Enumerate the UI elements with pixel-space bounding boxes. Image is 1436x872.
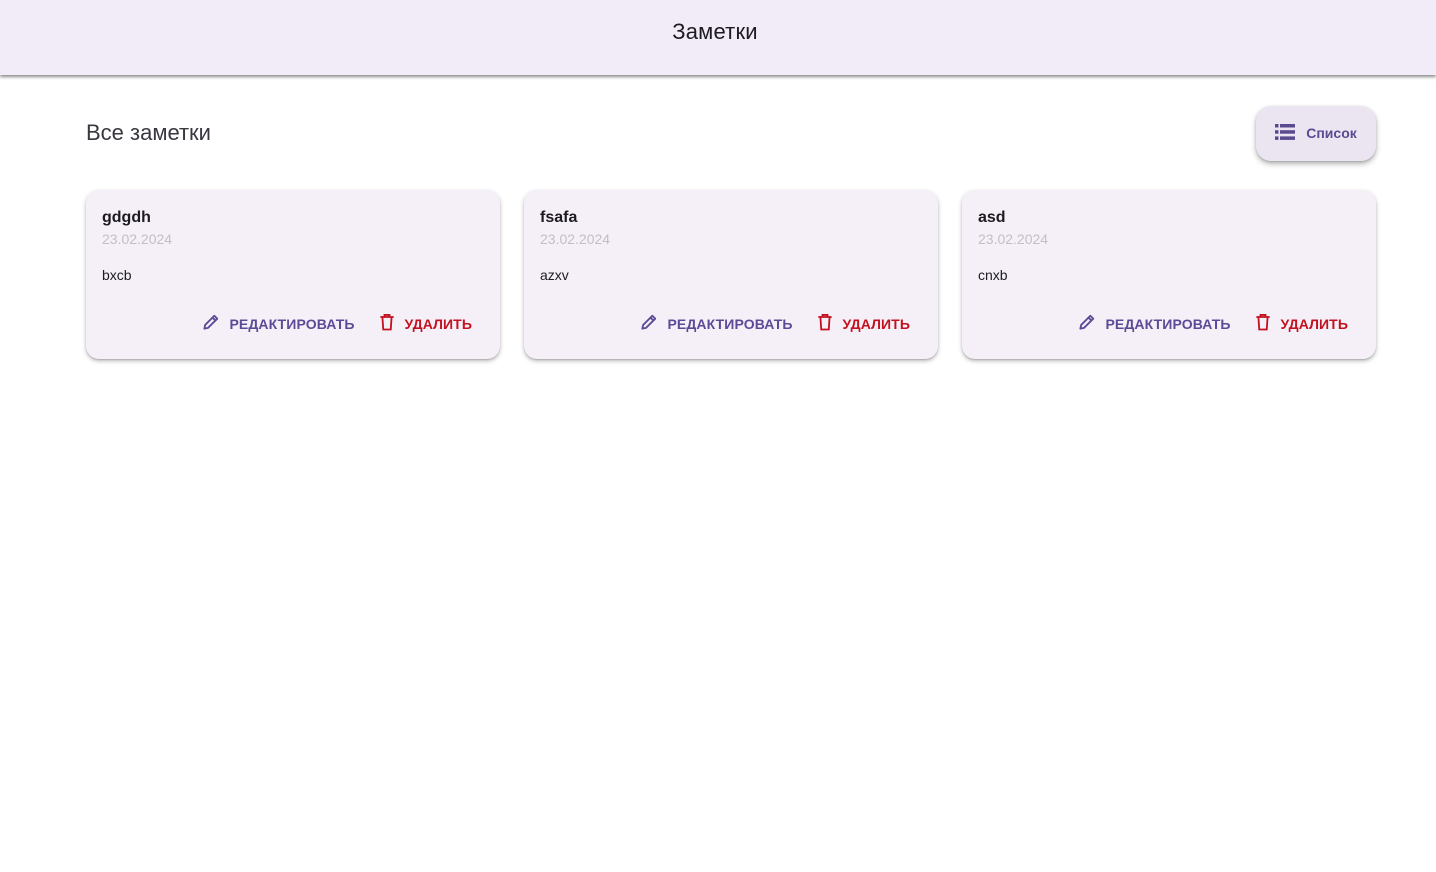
note-body: cnxb	[978, 267, 1008, 283]
delete-button[interactable]: УДАЛИТЬ	[377, 312, 472, 335]
list-icon	[1275, 123, 1296, 143]
edit-label: РЕДАКТИРОВАТЬ	[667, 315, 793, 332]
list-view-button-label: Список	[1306, 125, 1357, 141]
note-title: fsafa	[540, 209, 578, 226]
pencil-icon	[639, 312, 659, 335]
edit-label: РЕДАКТИРОВАТЬ	[229, 315, 355, 332]
edit-label: РЕДАКТИРОВАТЬ	[1105, 315, 1231, 332]
app-title: Заметки	[672, 18, 758, 44]
note-body: bxcb	[102, 267, 132, 283]
trash-icon	[1253, 312, 1273, 335]
app-bar: Заметки	[0, 0, 1436, 75]
note-actions: РЕДАКТИРОВАТЬ УДАЛИТЬ	[1077, 312, 1348, 335]
note-title: asd	[978, 209, 1006, 226]
note-actions: РЕДАКТИРОВАТЬ УДАЛИТЬ	[201, 312, 472, 335]
note-card: asd 23.02.2024 cnxb РЕДАКТИРОВАТЬ УДАЛИТ…	[962, 190, 1376, 359]
delete-button[interactable]: УДАЛИТЬ	[815, 312, 910, 335]
note-date: 23.02.2024	[540, 231, 611, 247]
trash-icon	[377, 312, 397, 335]
delete-button[interactable]: УДАЛИТЬ	[1253, 312, 1348, 335]
notes-grid: gdgdh 23.02.2024 bxcb РЕДАКТИРОВАТЬ УДАЛ…	[86, 190, 1376, 359]
page-header: Все заметки Список	[86, 104, 1376, 162]
note-card: fsafa 23.02.2024 azxv РЕДАКТИРОВАТЬ УДАЛ…	[524, 190, 938, 359]
note-card: gdgdh 23.02.2024 bxcb РЕДАКТИРОВАТЬ УДАЛ…	[86, 190, 500, 359]
delete-label: УДАЛИТЬ	[404, 315, 472, 332]
note-date: 23.02.2024	[978, 231, 1049, 247]
note-actions: РЕДАКТИРОВАТЬ УДАЛИТЬ	[639, 312, 910, 335]
pencil-icon	[1077, 312, 1097, 335]
trash-icon	[815, 312, 835, 335]
list-view-button[interactable]: Список	[1256, 105, 1376, 161]
page-title: Все заметки	[86, 120, 211, 145]
delete-label: УДАЛИТЬ	[1280, 315, 1348, 332]
pencil-icon	[201, 312, 221, 335]
note-date: 23.02.2024	[102, 231, 173, 247]
note-title: gdgdh	[102, 209, 151, 226]
delete-label: УДАЛИТЬ	[842, 315, 910, 332]
note-body: azxv	[540, 267, 569, 283]
edit-button[interactable]: РЕДАКТИРОВАТЬ	[1077, 312, 1230, 335]
edit-button[interactable]: РЕДАКТИРОВАТЬ	[639, 312, 792, 335]
edit-button[interactable]: РЕДАКТИРОВАТЬ	[201, 312, 354, 335]
